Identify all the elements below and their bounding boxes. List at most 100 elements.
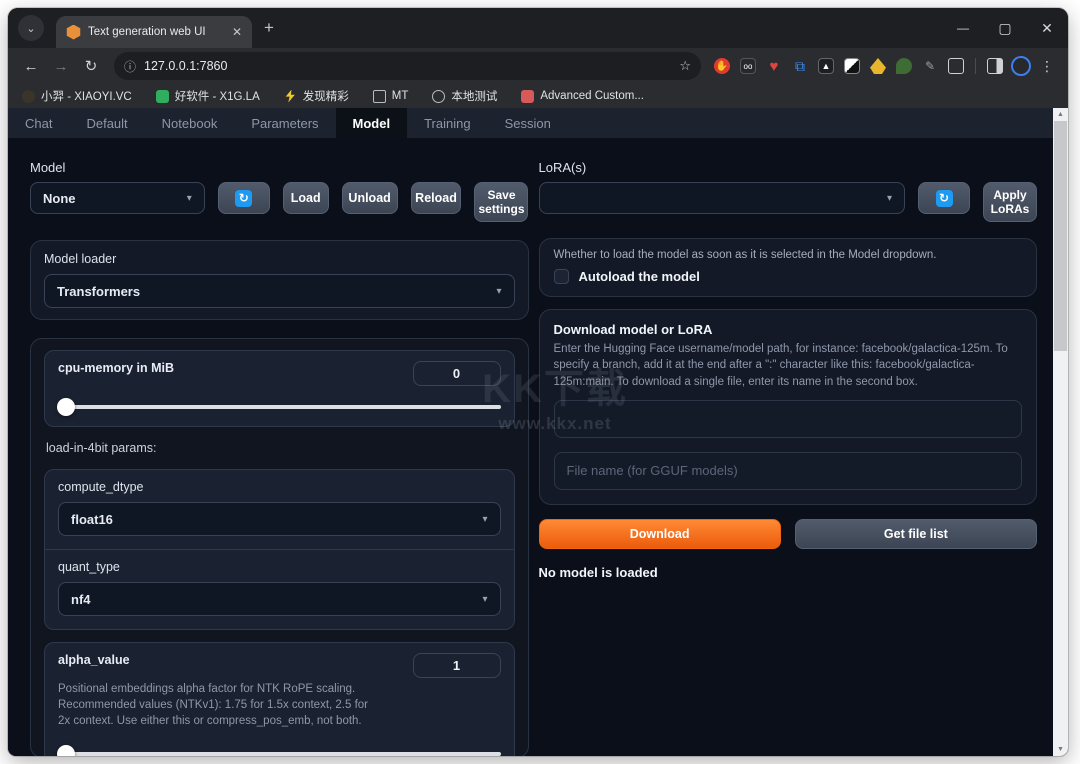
download-panel: Download model or LoRA Enter the Hugging… xyxy=(539,309,1038,505)
tab-default[interactable]: Default xyxy=(69,108,144,138)
get-file-list-button[interactable]: Get file list xyxy=(795,519,1037,549)
alpha-value-block: alpha_value Positional embeddings alpha … xyxy=(44,642,515,756)
cpu-memory-slider[interactable] xyxy=(58,398,501,416)
side-panel-icon[interactable] xyxy=(984,54,1006,78)
extension-adguard-icon[interactable]: ✋ xyxy=(711,54,733,78)
quant-type-label: quant_type xyxy=(58,560,501,574)
webui-favicon-icon xyxy=(66,25,81,40)
load-in-4bit-heading: load-in-4bit params: xyxy=(46,441,513,455)
extension-contrast-icon[interactable] xyxy=(841,54,863,78)
model-status-text: No model is loaded xyxy=(539,565,1038,580)
page-scrollbar[interactable]: ▲ ▼ xyxy=(1053,108,1068,756)
tab-search-button[interactable]: ⌄ xyxy=(18,15,44,41)
save-settings-button[interactable]: Save settings xyxy=(474,182,528,222)
unload-button[interactable]: Unload xyxy=(342,182,398,214)
scroll-down-icon[interactable]: ▼ xyxy=(1053,743,1068,756)
chevron-down-icon: ▾ xyxy=(187,193,192,204)
browser-menu-icon[interactable]: ⋮ xyxy=(1036,54,1058,78)
browser-tab[interactable]: Text generation web UI ✕ xyxy=(56,16,252,48)
tab-parameters[interactable]: Parameters xyxy=(234,108,335,138)
refresh-icon: ↻ xyxy=(936,190,953,207)
chevron-down-icon: ▾ xyxy=(496,286,501,297)
back-button[interactable]: ← xyxy=(18,58,44,75)
forward-button[interactable]: → xyxy=(48,58,74,75)
model-dropdown[interactable]: None ▾ xyxy=(30,182,205,214)
lora-label: LoRA(s) xyxy=(539,160,1038,175)
tab-notebook[interactable]: Notebook xyxy=(145,108,235,138)
chevron-down-icon: ▾ xyxy=(482,514,487,525)
alpha-value-description: Positional embeddings alpha factor for N… xyxy=(58,681,381,729)
apply-loras-button[interactable]: Apply LoRAs xyxy=(983,182,1037,222)
refresh-loras-button[interactable]: ↻ xyxy=(918,182,970,214)
download-button[interactable]: Download xyxy=(539,519,781,549)
extension-dropper-icon[interactable]: ✎ xyxy=(919,54,941,78)
browser-titlebar: ⌄ Text generation web UI ✕ + — ▢ ✕ xyxy=(8,8,1068,48)
reload-button-webui[interactable]: Reload xyxy=(411,182,462,214)
bookmark-avatar-icon xyxy=(22,90,35,103)
model-loader-label: Model loader xyxy=(44,252,515,266)
cpu-memory-label: cpu-memory in MiB xyxy=(58,361,174,375)
tab-title: Text generation web UI xyxy=(88,26,223,38)
extensions-puzzle-icon[interactable] xyxy=(945,54,967,78)
autoload-checkbox-label: Autoload the model xyxy=(579,269,700,284)
tab-chat[interactable]: Chat xyxy=(8,108,69,138)
bookmark-item[interactable]: 本地测试 xyxy=(432,88,497,104)
model-column: Model None ▾ ↻ Load Unload Reload Save s… xyxy=(30,160,529,756)
bookmark-red-icon xyxy=(521,90,534,103)
new-tab-button[interactable]: + xyxy=(264,18,274,38)
bookmark-item[interactable]: 发现精彩 xyxy=(284,88,349,104)
webui-tab-bar: Chat Default Notebook Parameters Model T… xyxy=(8,108,1068,138)
tab-model[interactable]: Model xyxy=(336,108,408,138)
scrollbar-thumb[interactable] xyxy=(1054,121,1067,351)
refresh-icon: ↻ xyxy=(235,190,252,207)
tab-training[interactable]: Training xyxy=(407,108,487,138)
tab-session[interactable]: Session xyxy=(488,108,568,138)
extension-fox-icon[interactable] xyxy=(867,54,889,78)
tab-close-icon[interactable]: ✕ xyxy=(230,25,244,39)
maximize-button[interactable]: ▢ xyxy=(984,8,1026,48)
reload-button[interactable]: ↻ xyxy=(78,57,104,75)
minimize-button[interactable]: — xyxy=(942,8,984,48)
toolbar-divider xyxy=(975,58,976,74)
slider-thumb[interactable] xyxy=(57,745,75,756)
bookmark-item[interactable]: Advanced Custom... xyxy=(521,90,644,103)
compute-dtype-dropdown[interactable]: float16 ▾ xyxy=(58,502,501,536)
bookmark-item[interactable]: 好软件 - X1G.LA xyxy=(156,88,260,104)
load-button[interactable]: Load xyxy=(283,182,329,214)
model-loader-dropdown[interactable]: Transformers ▾ xyxy=(44,274,515,308)
browser-toolbar: ← → ↻ ⓘ 127.0.0.1:7860 ☆ ✋ oo ♥ ⧉ ▲ ✎ ⋮ xyxy=(8,48,1068,84)
download-description: Enter the Hugging Face username/model pa… xyxy=(554,341,1023,390)
quant-type-dropdown[interactable]: nf4 ▾ xyxy=(58,582,501,616)
url-text[interactable]: 127.0.0.1:7860 xyxy=(144,59,671,73)
address-bar[interactable]: ⓘ 127.0.0.1:7860 ☆ xyxy=(114,52,701,80)
lora-dropdown[interactable]: ▾ xyxy=(539,182,906,214)
browser-window: ⌄ Text generation web UI ✕ + — ▢ ✕ ← → ↻… xyxy=(8,8,1068,756)
site-info-icon[interactable]: ⓘ xyxy=(124,58,136,75)
model-label: Model xyxy=(30,160,529,175)
autoload-checkbox[interactable] xyxy=(554,269,569,284)
file-name-input[interactable] xyxy=(554,452,1023,490)
extension-plant-icon[interactable] xyxy=(893,54,915,78)
scroll-up-icon[interactable]: ▲ xyxy=(1053,108,1068,121)
alpha-value-slider[interactable] xyxy=(58,745,501,756)
autoload-info: Whether to load the model as soon as it … xyxy=(554,249,1023,261)
autoload-panel: Whether to load the model as soon as it … xyxy=(539,238,1038,297)
bookmark-item[interactable]: 小羿 - XIAOYI.VC xyxy=(22,88,132,104)
alpha-value-input[interactable] xyxy=(413,653,501,678)
globe-icon xyxy=(432,90,445,103)
refresh-models-button[interactable]: ↻ xyxy=(218,182,270,214)
extension-a-square-icon[interactable]: ▲ xyxy=(815,54,837,78)
model-path-input[interactable] xyxy=(554,400,1023,438)
cpu-memory-input[interactable] xyxy=(413,361,501,386)
slider-thumb[interactable] xyxy=(57,398,75,416)
chevron-down-icon: ▾ xyxy=(887,193,892,204)
bookmark-folder[interactable]: MT xyxy=(373,90,409,103)
model-loader-panel: Model loader Transformers ▾ xyxy=(30,240,529,320)
bookmark-star-icon[interactable]: ☆ xyxy=(679,58,691,74)
extension-layers-icon[interactable]: ⧉ xyxy=(789,54,811,78)
extension-robot-icon[interactable]: oo xyxy=(737,54,759,78)
profile-avatar[interactable] xyxy=(1010,54,1032,78)
close-button[interactable]: ✕ xyxy=(1026,8,1068,48)
extension-heart-icon[interactable]: ♥ xyxy=(763,54,785,78)
4bit-params-block: compute_dtype float16 ▾ quant_type nf4 xyxy=(44,469,515,630)
